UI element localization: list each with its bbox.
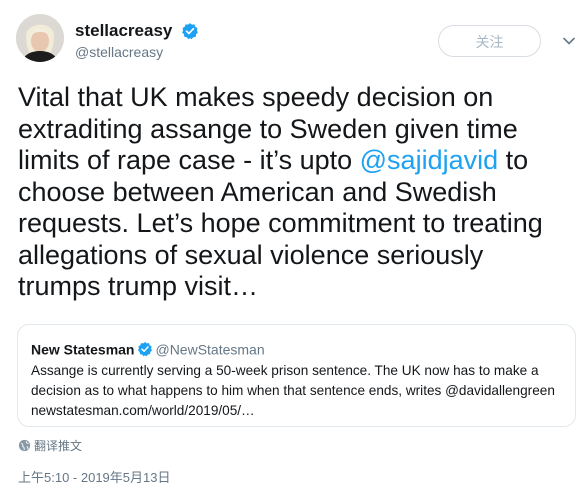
translate-tweet-link[interactable]: 翻译推文: [18, 437, 82, 454]
chevron-down-icon[interactable]: [562, 34, 576, 48]
verified-badge-icon: [138, 342, 153, 357]
translate-label[interactable]: 翻译推文: [34, 437, 82, 454]
tweet-timestamp[interactable]: 上午5:10 - 2019年5月13日: [18, 467, 170, 486]
mention-link[interactable]: @sajidjavid: [360, 145, 498, 175]
verified-badge-icon: [181, 23, 198, 40]
quoted-tweet[interactable]: New Statesman @NewStatesman Assange is c…: [17, 324, 576, 427]
avatar-image: [16, 14, 64, 62]
quoted-author-handle: @NewStatesman: [155, 341, 265, 358]
quoted-tweet-header: New Statesman @NewStatesman: [31, 339, 562, 358]
globe-icon: [18, 439, 31, 452]
quoted-tweet-body: Assange is currently serving a 50-week p…: [31, 363, 555, 419]
tweet-header: stellacreasy @stellacreasy 关注: [16, 14, 576, 74]
author-display-name[interactable]: stellacreasy: [75, 21, 172, 41]
author-handle[interactable]: @stellacreasy: [75, 44, 199, 60]
avatar[interactable]: [16, 14, 64, 62]
author-names: stellacreasy @stellacreasy: [75, 21, 199, 60]
tweet-text: Vital that UK makes speedy decision on e…: [18, 82, 566, 303]
quoted-author-name: New Statesman: [31, 341, 135, 358]
follow-button[interactable]: 关注: [438, 25, 541, 57]
